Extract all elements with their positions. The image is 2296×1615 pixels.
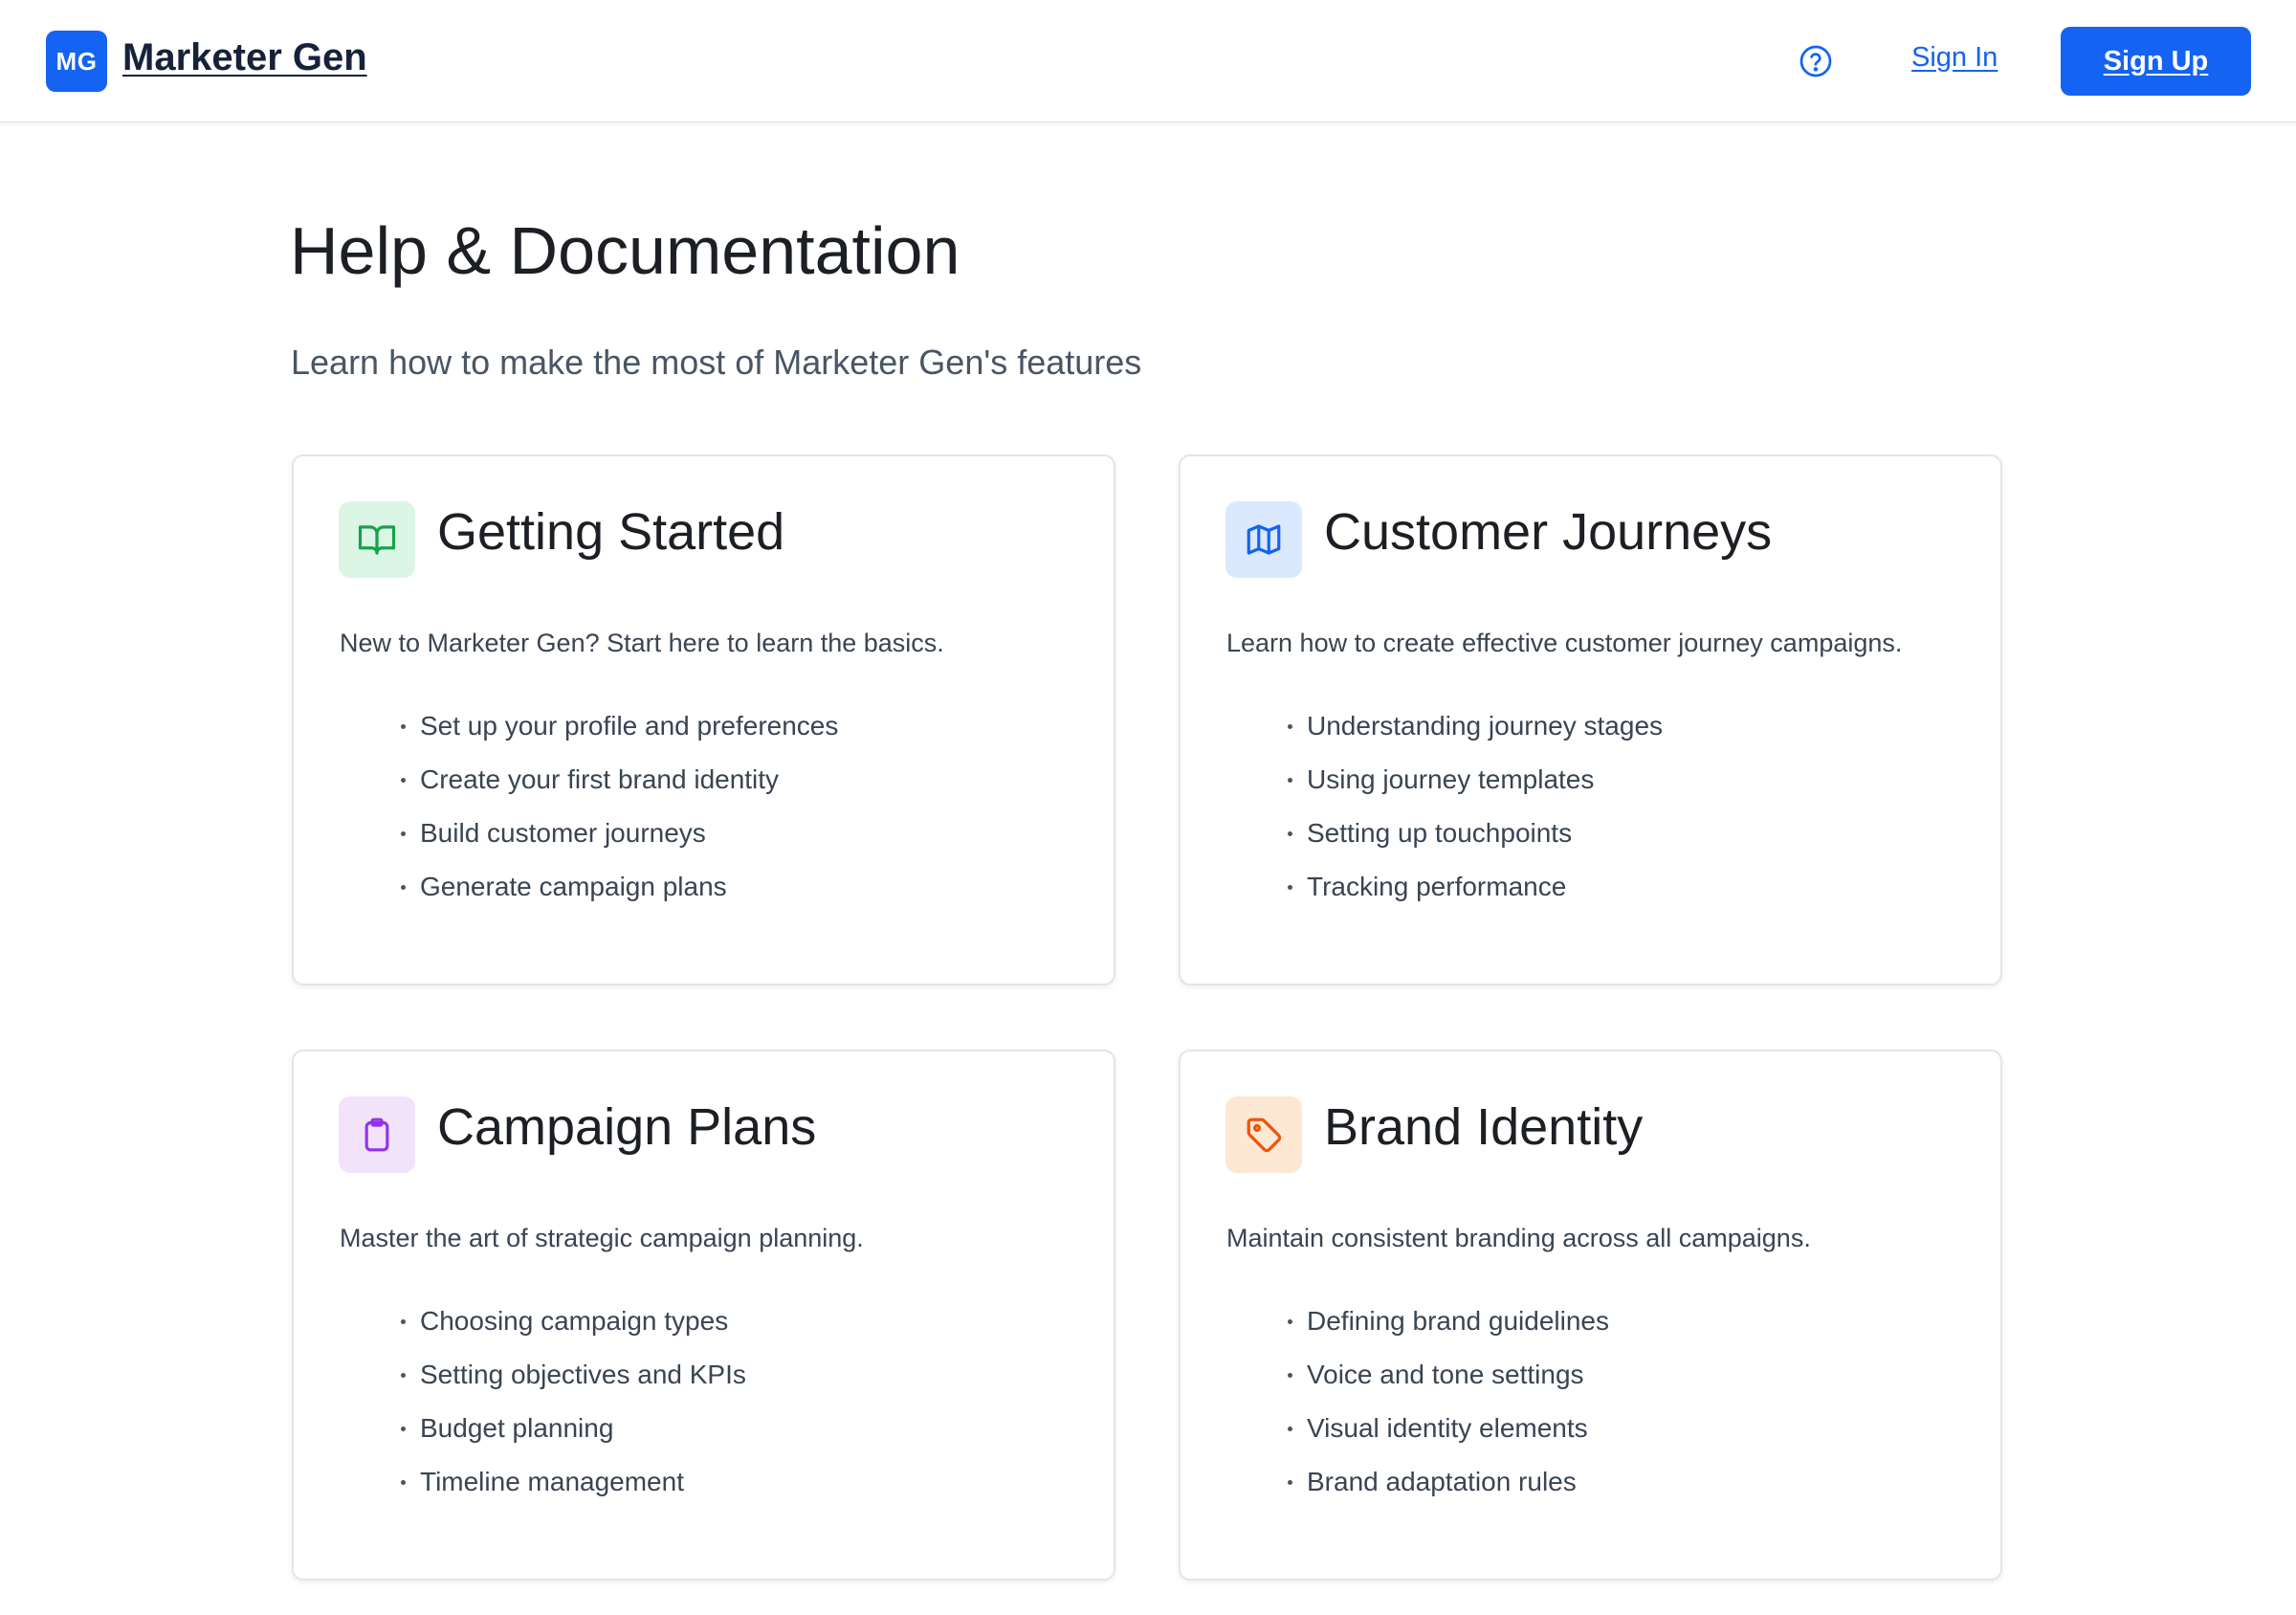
topic-item: Tracking performance <box>1288 868 1663 921</box>
icon-box <box>1225 501 1302 578</box>
sign-up-button[interactable]: Sign Up <box>2061 27 2251 96</box>
topic-item: Setting objectives and KPIs <box>401 1356 746 1409</box>
topic-item: Voice and tone settings <box>1288 1356 1609 1409</box>
card-getting-started: Getting Started New to Marketer Gen? Sta… <box>292 454 1115 985</box>
card-description: New to Marketer Gen? Start here to learn… <box>340 629 944 657</box>
card-description: Maintain consistent branding across all … <box>1226 1224 1811 1252</box>
topic-item: Brand adaptation rules <box>1288 1463 1609 1516</box>
sign-in-link[interactable]: Sign In <box>1911 42 1998 74</box>
card-title: Campaign Plans <box>437 1098 817 1156</box>
card-title: Brand Identity <box>1324 1098 1644 1156</box>
tag-icon <box>1247 1117 1282 1153</box>
topic-item: Using journey templates <box>1288 761 1663 814</box>
topic-list: Defining brand guidelines Voice and tone… <box>1288 1302 1609 1516</box>
card-description: Master the art of strategic campaign pla… <box>340 1224 864 1252</box>
card-customer-journeys: Customer Journeys Learn how to create ef… <box>1179 454 2002 985</box>
card-description: Learn how to create effective customer j… <box>1226 629 1903 657</box>
top-navbar: MG Marketer Gen Sign In Sign Up <box>0 0 2296 122</box>
card-title: Getting Started <box>437 503 785 561</box>
topic-item: Understanding journey stages <box>1288 707 1663 761</box>
topic-item: Defining brand guidelines <box>1288 1302 1609 1356</box>
topic-item: Visual identity elements <box>1288 1409 1609 1463</box>
map-icon <box>1247 524 1281 555</box>
icon-box <box>1225 1096 1302 1173</box>
topic-item: Create your first brand identity <box>401 761 838 814</box>
topic-list: Understanding journey stages Using journ… <box>1288 707 1663 921</box>
topic-list: Set up your profile and preferences Crea… <box>401 707 838 921</box>
app-name-link[interactable]: Marketer Gen <box>122 36 367 79</box>
topic-list: Choosing campaign types Setting objectiv… <box>401 1302 746 1516</box>
icon-box <box>339 1096 415 1173</box>
book-open-icon <box>358 525 396 555</box>
icon-box <box>339 501 415 578</box>
card-title: Customer Journeys <box>1324 503 1773 561</box>
card-campaign-plans: Campaign Plans Master the art of strateg… <box>292 1050 1115 1581</box>
topic-item: Choosing campaign types <box>401 1302 746 1356</box>
page-title: Help & Documentation <box>290 213 960 288</box>
topic-item: Budget planning <box>401 1409 746 1463</box>
topic-item: Generate campaign plans <box>401 868 838 921</box>
page-subtitle: Learn how to make the most of Marketer G… <box>291 343 1142 382</box>
topic-item: Build customer journeys <box>401 814 838 868</box>
topic-item: Timeline management <box>401 1463 746 1516</box>
card-brand-identity: Brand Identity Maintain consistent brand… <box>1179 1050 2002 1581</box>
topic-item: Setting up touchpoints <box>1288 814 1663 868</box>
question-circle-icon <box>1799 45 1832 77</box>
clipboard-icon <box>364 1117 389 1152</box>
logo-badge[interactable]: MG <box>46 31 107 92</box>
help-button[interactable] <box>1799 44 1833 78</box>
topic-item: Set up your profile and preferences <box>401 707 838 761</box>
